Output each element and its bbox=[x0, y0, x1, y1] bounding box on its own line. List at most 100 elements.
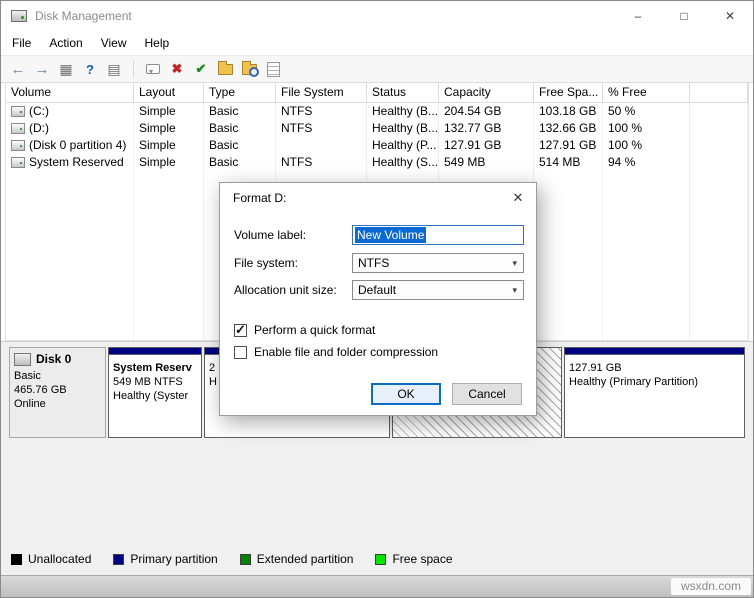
quick-format-row: Perform a quick format bbox=[234, 322, 375, 338]
allocation-unit-select[interactable]: Default ▾ bbox=[352, 280, 524, 300]
table-row[interactable]: (Disk 0 partition 4) Simple Basic Health… bbox=[6, 137, 748, 154]
selected-text: New Volume bbox=[355, 227, 427, 243]
volume-label-input[interactable]: New Volume bbox=[352, 225, 524, 245]
ok-button[interactable]: OK bbox=[371, 383, 441, 405]
column-header-pct-free[interactable]: % Free bbox=[603, 83, 690, 103]
table-row[interactable]: System Reserved Simple Basic NTFS Health… bbox=[6, 154, 748, 171]
primary-partition-bar bbox=[565, 348, 744, 355]
comment-icon[interactable] bbox=[142, 58, 164, 80]
legend-swatch bbox=[11, 553, 22, 565]
folder-lens-shape bbox=[241, 60, 259, 77]
comment-bubble-shape bbox=[146, 64, 160, 74]
partition-system-reserved[interactable]: System Reserv 549 MB NTFS Healthy (Syste… bbox=[108, 347, 202, 438]
column-header-status[interactable]: Status bbox=[367, 83, 439, 103]
allocation-unit-row: Allocation unit size: Default ▾ bbox=[234, 280, 524, 300]
legend-swatch bbox=[113, 553, 125, 565]
toolbar-separator bbox=[133, 60, 134, 78]
legend-swatch bbox=[239, 553, 251, 565]
table-row[interactable]: (C:) Simple Basic NTFS Healthy (B... 204… bbox=[6, 103, 748, 120]
legend-free-space: Free space bbox=[375, 552, 453, 566]
back-icon[interactable]: ← bbox=[7, 58, 29, 80]
column-header-file-system[interactable]: File System bbox=[276, 83, 367, 103]
watermark: wsxdn.com bbox=[670, 578, 751, 595]
cell-file-system: NTFS bbox=[276, 154, 367, 171]
disk-size: 465.76 GB bbox=[14, 384, 67, 396]
file-system-label: File system: bbox=[234, 256, 299, 270]
menu-action[interactable]: Action bbox=[40, 33, 91, 53]
cell-capacity: 132.77 GB bbox=[439, 120, 534, 137]
column-header-volume[interactable]: Volume bbox=[6, 83, 134, 103]
allocation-unit-value: Default bbox=[358, 283, 397, 297]
drive-icon bbox=[11, 106, 25, 117]
file-system-row: File system: NTFS ▾ bbox=[234, 253, 524, 273]
cell-layout: Simple bbox=[134, 137, 204, 154]
column-header-type[interactable]: Type bbox=[204, 83, 276, 103]
drive-icon bbox=[11, 140, 25, 151]
titlebar: Disk Management – □ ✕ bbox=[1, 1, 753, 31]
disk-0-info-panel[interactable]: Disk 0 Basic 465.76 GB Online bbox=[9, 347, 106, 438]
console-tree-icon[interactable]: ▦ bbox=[55, 58, 77, 80]
file-system-select[interactable]: NTFS ▾ bbox=[352, 253, 524, 273]
drive-icon bbox=[11, 123, 25, 134]
cell-volume: (Disk 0 partition 4) bbox=[6, 137, 134, 154]
open-folder-icon[interactable] bbox=[214, 58, 236, 80]
cell-file-system bbox=[276, 137, 367, 154]
cell-status: Healthy (B... bbox=[367, 103, 439, 120]
primary-partition-bar bbox=[109, 348, 201, 355]
disk-icon bbox=[14, 352, 31, 366]
cell-status: Healthy (P... bbox=[367, 137, 439, 154]
volume-label-row: Volume label: New Volume bbox=[234, 225, 524, 245]
compression-checkbox[interactable] bbox=[234, 345, 247, 359]
legend-swatch bbox=[375, 553, 387, 565]
chevron-down-icon: ▾ bbox=[512, 284, 517, 295]
cell-pct-free: 100 % bbox=[603, 120, 690, 137]
column-header-layout[interactable]: Layout bbox=[134, 83, 204, 103]
menu-help[interactable]: Help bbox=[136, 33, 179, 53]
cell-free-space: 103.18 GB bbox=[534, 103, 603, 120]
properties-icon[interactable] bbox=[262, 58, 284, 80]
find-icon[interactable] bbox=[238, 58, 260, 80]
cell-volume: (C:) bbox=[6, 103, 134, 120]
cancel-button[interactable]: Cancel bbox=[452, 383, 522, 405]
window-controls: – □ ✕ bbox=[615, 1, 753, 31]
compression-label: Enable file and folder compression bbox=[254, 345, 439, 359]
compression-row: Enable file and folder compression bbox=[234, 344, 438, 360]
dialog-title: Format D: bbox=[233, 191, 287, 205]
close-button[interactable]: ✕ bbox=[707, 1, 753, 31]
cell-pct-free: 94 % bbox=[603, 154, 690, 171]
legend-unallocated: Unallocated bbox=[11, 552, 91, 566]
cell-layout: Simple bbox=[134, 154, 204, 171]
cell-capacity: 549 MB bbox=[439, 154, 534, 171]
minimize-button[interactable]: – bbox=[615, 1, 661, 31]
action-pane-icon[interactable]: ▤ bbox=[103, 58, 125, 80]
cell-layout: Simple bbox=[134, 120, 204, 137]
cell-status: Healthy (B... bbox=[367, 120, 439, 137]
status-band: wsxdn.com bbox=[1, 575, 753, 597]
menu-view[interactable]: View bbox=[92, 33, 136, 53]
legend-primary-partition: Primary partition bbox=[113, 552, 218, 566]
menu-file[interactable]: File bbox=[3, 33, 40, 53]
help-icon[interactable]: ? bbox=[79, 58, 101, 80]
column-header-capacity[interactable]: Capacity bbox=[439, 83, 534, 103]
cell-type: Basic bbox=[204, 103, 276, 120]
cell-type: Basic bbox=[204, 154, 276, 171]
cell-pct-free: 50 % bbox=[603, 103, 690, 120]
app-icon bbox=[11, 10, 27, 22]
legend: Unallocated Primary partition Extended p… bbox=[9, 552, 745, 575]
drive-icon bbox=[11, 157, 25, 168]
check-document-icon[interactable]: ✔ bbox=[190, 58, 212, 80]
format-dialog: Format D: ✕ Volume label: New Volume Fil… bbox=[219, 182, 537, 416]
dialog-titlebar: Format D: ✕ bbox=[220, 183, 536, 213]
column-header-free-space[interactable]: Free Spa... bbox=[534, 83, 603, 103]
forward-icon[interactable]: → bbox=[31, 58, 53, 80]
maximize-button[interactable]: □ bbox=[661, 1, 707, 31]
folder-shape bbox=[217, 60, 233, 75]
table-row[interactable]: (D:) Simple Basic NTFS Healthy (B... 132… bbox=[6, 120, 748, 137]
cell-layout: Simple bbox=[134, 103, 204, 120]
dialog-close-icon[interactable]: ✕ bbox=[500, 184, 536, 212]
volume-list-header: Volume Layout Type File System Status Ca… bbox=[6, 83, 748, 103]
dialog-buttons: OK Cancel bbox=[220, 383, 522, 405]
delete-icon[interactable]: ✖ bbox=[166, 58, 188, 80]
quick-format-checkbox[interactable] bbox=[234, 322, 247, 338]
partition-primary-127gb[interactable]: 127.91 GB Healthy (Primary Partition) bbox=[564, 347, 745, 438]
